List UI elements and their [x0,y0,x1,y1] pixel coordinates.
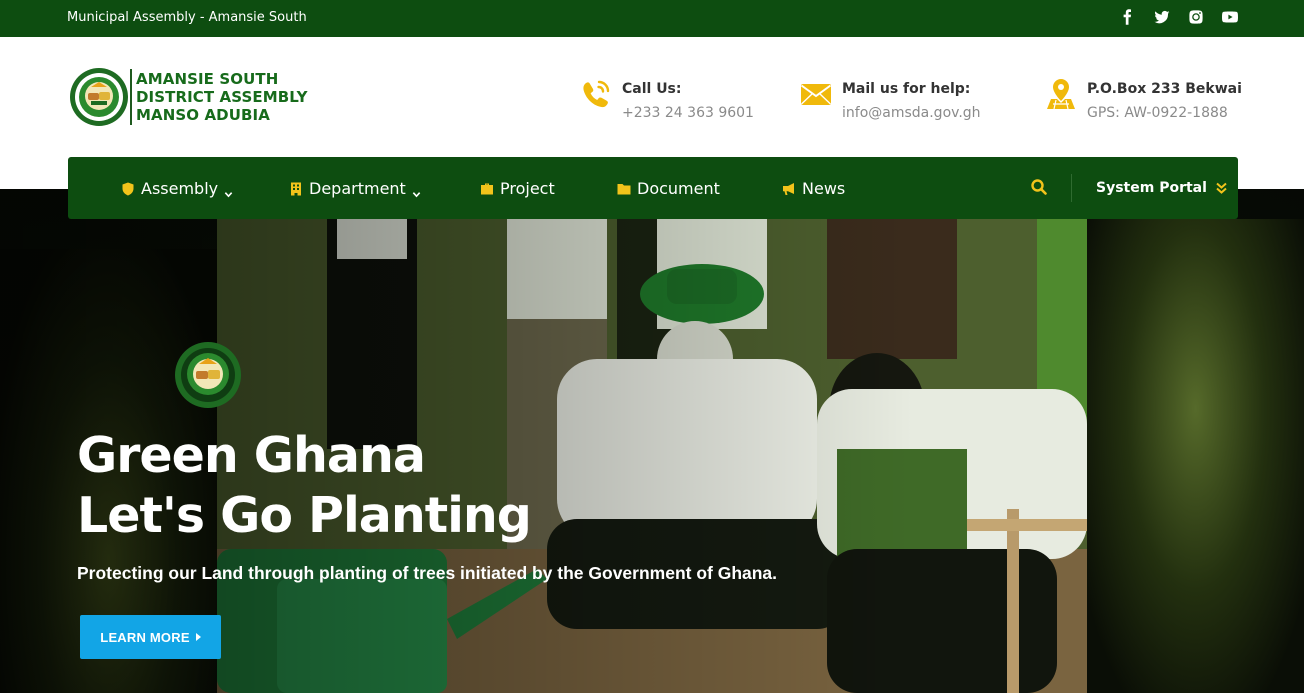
envelope-icon [800,84,832,105]
system-portal-label: System Portal [1096,180,1207,196]
double-chevron-down-icon [1216,182,1227,194]
hero-title-line-1: Green Ghana [77,427,426,484]
top-bar: Municipal Assembly - Amansie South [0,0,1304,37]
system-portal-menu[interactable]: System Portal [1096,157,1227,219]
building-icon [289,181,303,196]
brand-line-3: MANSO ADUBIA [136,106,270,124]
facebook-icon[interactable] [1120,9,1136,25]
learn-more-button[interactable]: LEARN MORE [80,615,221,659]
nav-divider [1071,174,1072,202]
contact-gps: GPS: AW-0922-1888 [1087,105,1228,121]
hero-subtitle: Protecting our Land through planting of … [77,563,778,583]
nav-item-news-label: News [802,178,846,198]
nav-item-news[interactable]: News [782,157,845,219]
hero-slider: Green Ghana Let's Go Planting Protecting… [0,189,1304,693]
top-bar-tagline: Municipal Assembly - Amansie South [67,10,307,25]
megaphone-icon [782,181,796,195]
logo-divider [130,69,132,125]
nav-item-project[interactable]: Project [480,157,555,219]
youtube-icon[interactable] [1222,9,1238,25]
folder-icon [617,181,631,195]
nav-item-project-label: Project [500,178,555,198]
contact-mail-label: Mail us for help: [842,81,971,97]
district-assembly-logo[interactable] [69,67,129,127]
contact-call-label: Call Us: [622,81,682,97]
contact-mail-address[interactable]: info@amsda.gov.gh [842,105,981,121]
briefcase-icon [480,181,494,195]
shield-icon [121,181,135,196]
learn-more-label: LEARN MORE [100,629,190,645]
nav-item-department[interactable]: Department [289,157,421,219]
main-nav: Assembly Department Project Document New… [68,157,1238,219]
brand-line-1: AMANSIE SOUTH [136,70,279,88]
caret-right-icon [195,633,201,641]
nav-item-assembly[interactable]: Assembly [121,157,233,219]
hero-assembly-logo [175,342,241,408]
nav-item-document[interactable]: Document [617,157,720,219]
hero-title: Green Ghana Let's Go Planting [77,426,532,546]
map-pin-icon [1047,79,1075,110]
nav-item-document-label: Document [637,178,720,198]
brand-line-2: DISTRICT ASSEMBLY [136,88,308,106]
phone-icon [583,80,610,108]
contact-call-number[interactable]: +233 24 363 9601 [622,105,754,121]
chevron-down-icon [224,184,233,197]
nav-item-department-label: Department [309,178,406,198]
social-links [1120,9,1238,25]
twitter-icon[interactable] [1154,9,1170,25]
hero-title-line-2: Let's Go Planting [77,487,532,544]
search-icon[interactable] [1031,179,1047,195]
chevron-down-icon [412,184,421,197]
nav-item-assembly-label: Assembly [141,178,219,198]
instagram-icon[interactable] [1188,9,1204,25]
contact-address-label: P.O.Box 233 Bekwai [1087,81,1242,97]
brand-name[interactable]: AMANSIE SOUTH DISTRICT ASSEMBLY MANSO AD… [136,70,308,124]
